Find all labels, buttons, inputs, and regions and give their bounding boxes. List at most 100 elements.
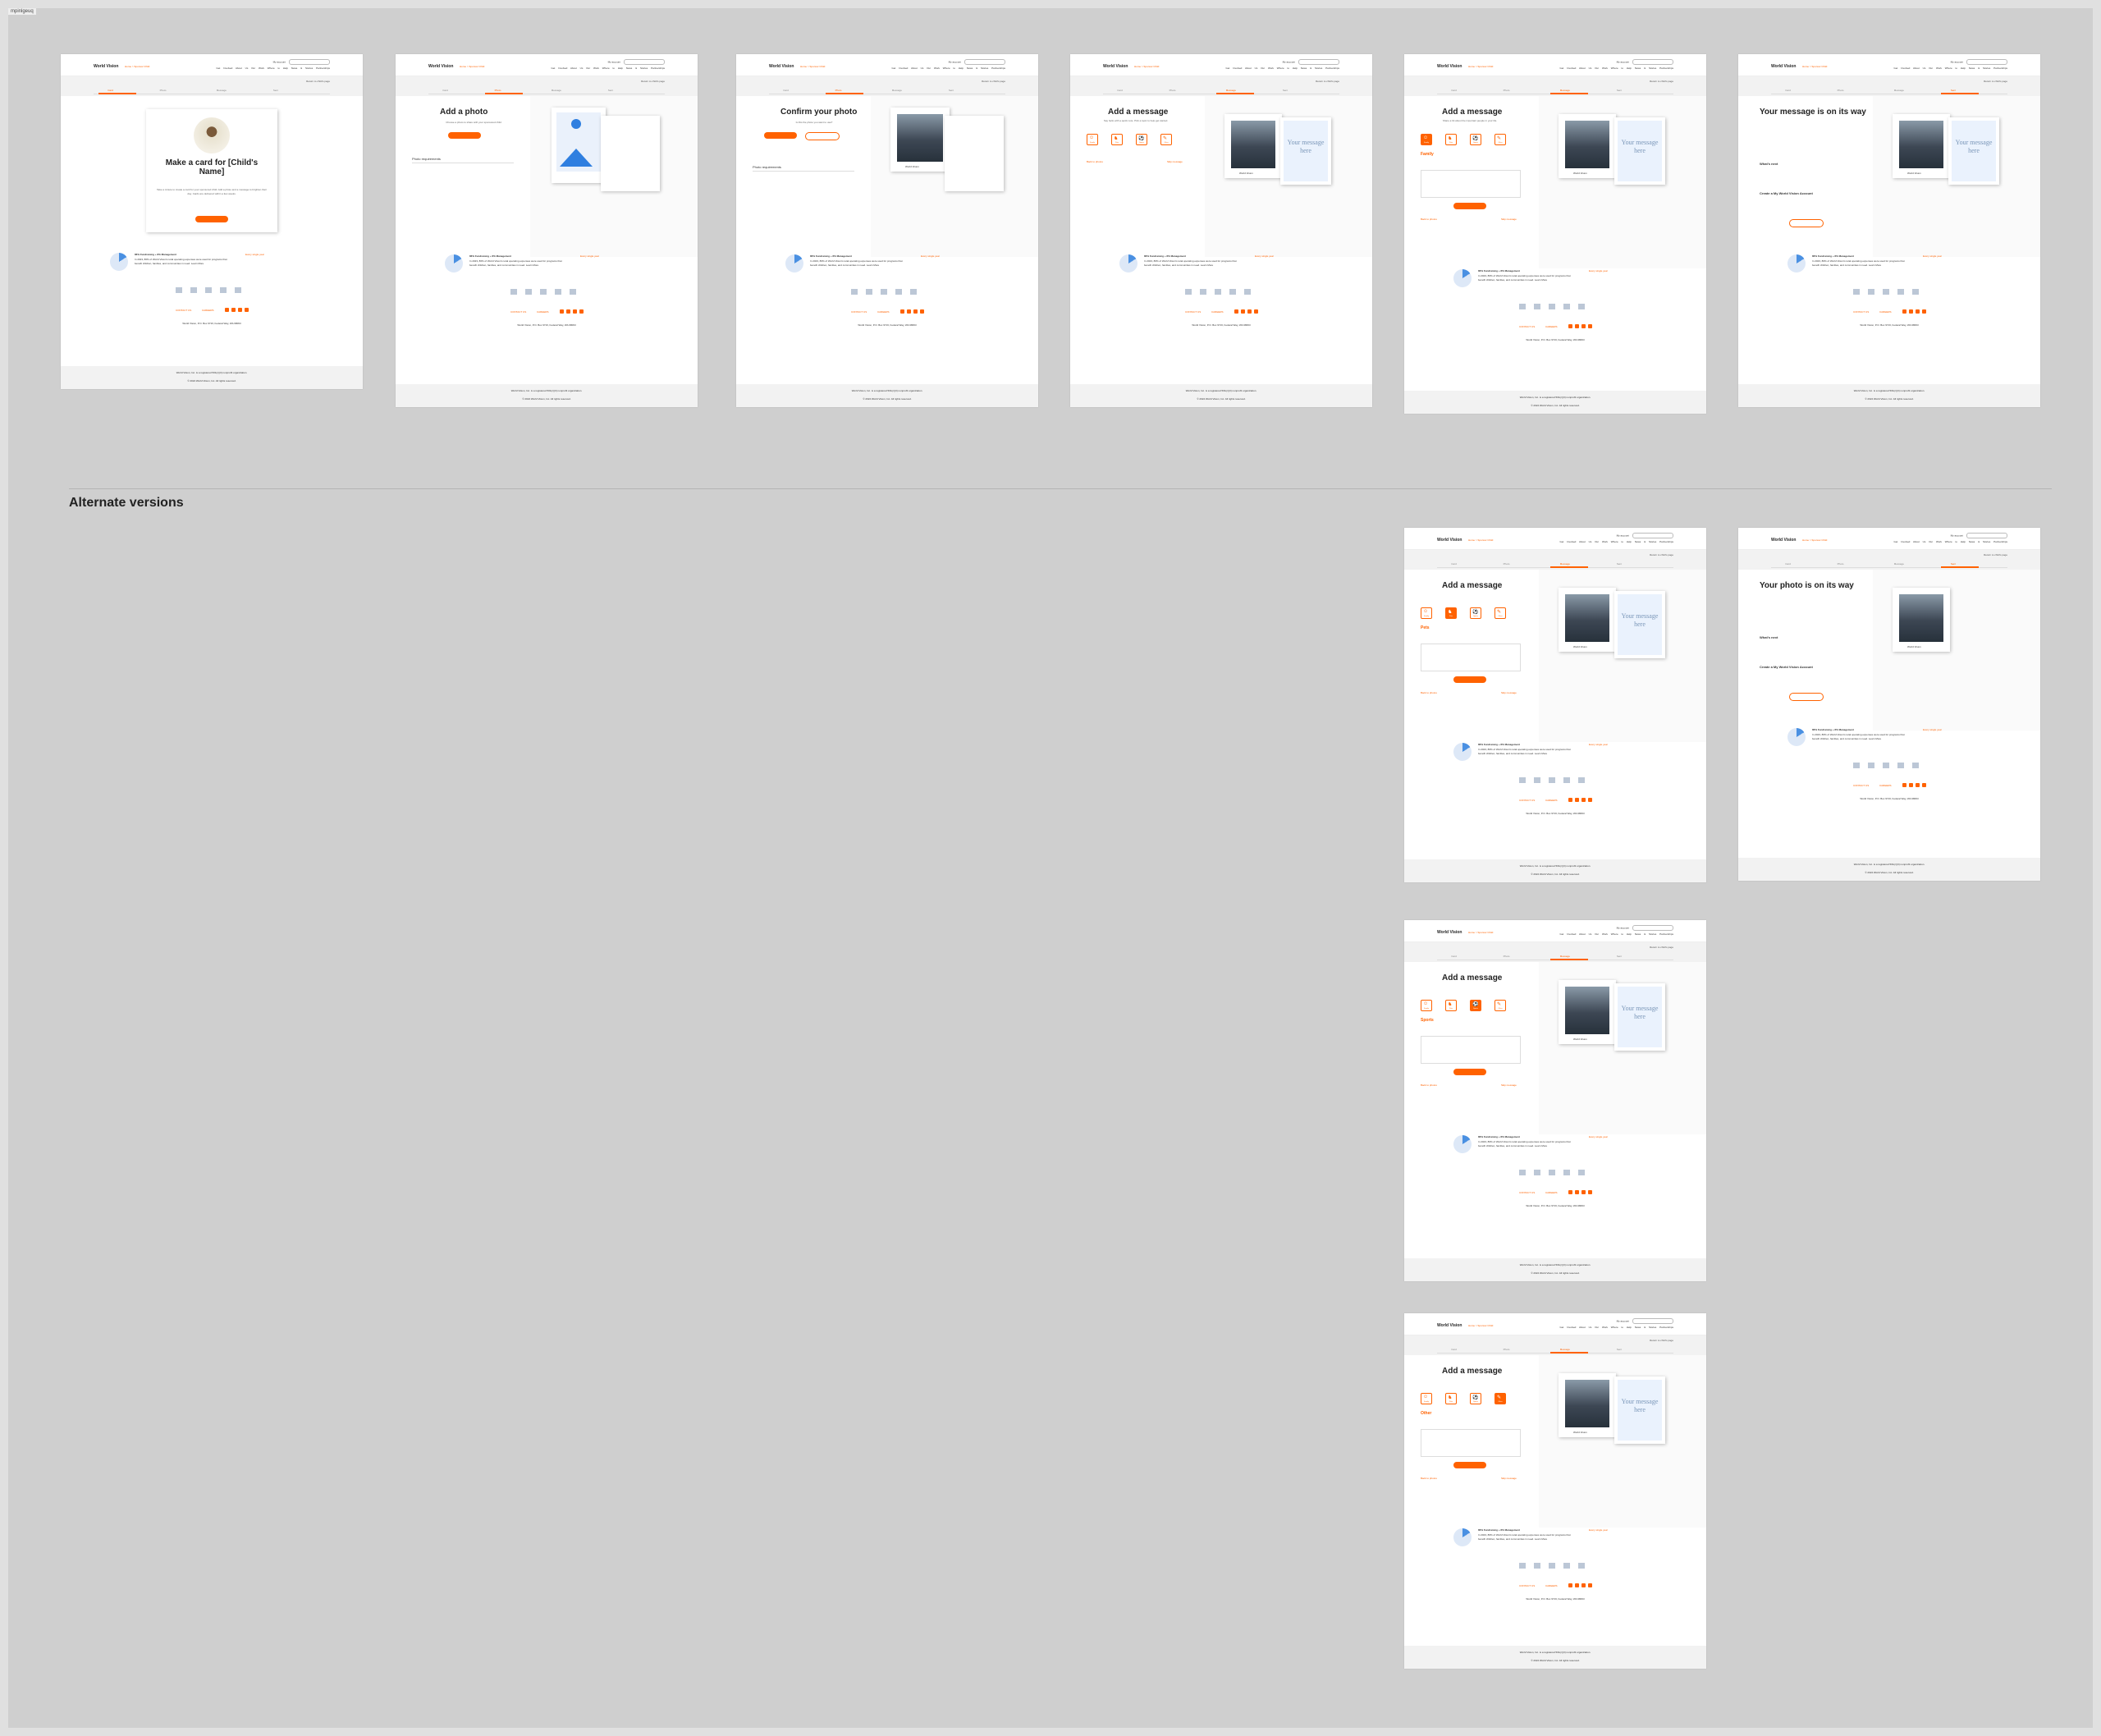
topic-other-button[interactable]: ✎ Other	[1495, 134, 1506, 145]
search-input[interactable]	[1966, 59, 2007, 65]
footer-link[interactable]: Every single year	[1589, 743, 1612, 746]
social-icon[interactable]	[1922, 309, 1926, 314]
account-link[interactable]: My account	[1951, 534, 1963, 537]
careers-link[interactable]: CAREERS	[1545, 799, 1558, 802]
topic-family-button[interactable]: ☺ Family	[1421, 1393, 1432, 1404]
skip-link[interactable]: Skip message	[1501, 1477, 1517, 1480]
social-icon[interactable]	[1922, 783, 1926, 787]
message-input[interactable]	[1421, 170, 1521, 198]
start-button[interactable]	[195, 216, 228, 222]
return-link[interactable]: Return to child's page	[641, 80, 665, 83]
breadcrumb[interactable]: Home > Sponsor Child	[1468, 538, 1493, 542]
social-icon[interactable]	[1902, 783, 1906, 787]
social-icon[interactable]	[1568, 324, 1572, 328]
careers-link[interactable]: CAREERS	[1879, 784, 1892, 787]
social-icon[interactable]	[1581, 324, 1586, 328]
social-icon[interactable]	[566, 309, 570, 314]
topic-other-button[interactable]: ✎ Other	[1495, 1393, 1506, 1404]
footer-link[interactable]: Every single year	[1589, 1135, 1612, 1138]
topic-sports-button[interactable]: ⚽ Sports	[1470, 607, 1481, 619]
back-link[interactable]: Back to photos	[1087, 160, 1103, 163]
footer-link[interactable]: Every single year	[1255, 254, 1278, 258]
message-input[interactable]	[1421, 1429, 1521, 1457]
footer-link[interactable]: Every single year	[580, 254, 603, 258]
topic-family-button[interactable]: ☺ Family	[1087, 134, 1098, 145]
main-nav[interactable]: Get Involved About Us Our Work Where to …	[1894, 66, 2008, 70]
back-link[interactable]: Back to photos	[1421, 1477, 1437, 1480]
skip-link[interactable]: Skip message	[1167, 160, 1183, 163]
social-icon[interactable]	[1234, 309, 1238, 314]
footer-link[interactable]: Every single year	[921, 254, 944, 258]
main-nav[interactable]: Get Involved About Us Our Work Where to …	[1560, 66, 1674, 70]
back-link[interactable]: Back to photos	[1421, 218, 1437, 221]
careers-link[interactable]: CAREERS	[1545, 1191, 1558, 1194]
social-icon[interactable]	[920, 309, 924, 314]
search-input[interactable]	[964, 59, 1005, 65]
account-link[interactable]: My account	[1617, 926, 1629, 929]
contact-link[interactable]: CONTACT US	[176, 309, 191, 312]
search-input[interactable]	[1632, 925, 1673, 931]
topic-other-button[interactable]: ✎ Other	[1495, 607, 1506, 619]
careers-link[interactable]: CAREERS	[1545, 1584, 1558, 1587]
topic-pets-button[interactable]: ♞ Pets	[1445, 1000, 1457, 1011]
main-nav[interactable]: Get Involved About Us Our Work Where to …	[892, 66, 1006, 70]
footer-link[interactable]: Every single year	[245, 253, 268, 256]
topic-pets-button[interactable]: ♞ Pets	[1445, 1393, 1457, 1404]
create-account-button[interactable]	[1789, 693, 1824, 701]
social-icon[interactable]	[1581, 1583, 1586, 1587]
breadcrumb[interactable]: Home > Sponsor Child	[125, 65, 149, 68]
footer-link[interactable]: Every single year	[1589, 269, 1612, 273]
careers-link[interactable]: CAREERS	[1545, 325, 1558, 328]
search-input[interactable]	[1298, 59, 1339, 65]
main-nav[interactable]: Get Involved About Us Our Work Where to …	[1560, 540, 1674, 543]
social-icon[interactable]	[245, 308, 249, 312]
topic-sports-button[interactable]: ⚽ Sports	[1470, 1393, 1481, 1404]
social-icon[interactable]	[238, 308, 242, 312]
topic-family-button[interactable]: ☺ Family	[1421, 134, 1432, 145]
topic-other-button[interactable]: ✎ Other	[1160, 134, 1172, 145]
main-nav[interactable]: Get Involved About Us Our Work Where to …	[217, 66, 331, 70]
account-link[interactable]: My account	[1283, 60, 1295, 63]
topic-pets-button[interactable]: ♞ Pets	[1111, 134, 1123, 145]
account-link[interactable]: My account	[1617, 1319, 1629, 1322]
social-icon[interactable]	[1581, 1190, 1586, 1194]
create-account-button[interactable]	[1789, 219, 1824, 227]
change-photo-button[interactable]	[805, 132, 840, 140]
contact-link[interactable]: CONTACT US	[1853, 784, 1869, 787]
upload-button[interactable]	[448, 132, 481, 139]
topic-pets-button[interactable]: ♞ Pets	[1445, 134, 1457, 145]
social-icon[interactable]	[1575, 1190, 1579, 1194]
breadcrumb[interactable]: Home > Sponsor Child	[1802, 538, 1827, 542]
social-icon[interactable]	[1588, 1583, 1592, 1587]
back-link[interactable]: Back to photos	[1421, 691, 1437, 694]
social-icon[interactable]	[913, 309, 918, 314]
main-nav[interactable]: Get Involved About Us Our Work Where to …	[1226, 66, 1340, 70]
footer-link[interactable]: Every single year	[1923, 728, 1946, 731]
topic-sports-button[interactable]: ⚽ Sports	[1470, 134, 1481, 145]
social-icon[interactable]	[1575, 798, 1579, 802]
account-link[interactable]: My account	[1951, 60, 1963, 63]
social-icon[interactable]	[1568, 798, 1572, 802]
message-input[interactable]	[1421, 644, 1521, 671]
contact-link[interactable]: CONTACT US	[1853, 310, 1869, 314]
account-link[interactable]: My account	[1617, 534, 1629, 537]
social-icon[interactable]	[225, 308, 229, 312]
topic-sports-button[interactable]: ⚽ Sports	[1136, 134, 1147, 145]
search-input[interactable]	[1632, 533, 1673, 538]
social-icon[interactable]	[900, 309, 904, 314]
social-icon[interactable]	[907, 309, 911, 314]
back-link[interactable]: Back to photos	[1421, 1083, 1437, 1087]
social-icon[interactable]	[579, 309, 584, 314]
search-input[interactable]	[1966, 533, 2007, 538]
contact-link[interactable]: CONTACT US	[1519, 1584, 1535, 1587]
breadcrumb[interactable]: Home > Sponsor Child	[800, 65, 825, 68]
account-link[interactable]: My account	[273, 60, 286, 63]
careers-link[interactable]: CAREERS	[202, 309, 214, 312]
contact-link[interactable]: CONTACT US	[851, 310, 867, 314]
photo-requirements-toggle[interactable]: Photo requirements	[412, 157, 514, 163]
skip-link[interactable]: Skip message	[1501, 691, 1517, 694]
contact-link[interactable]: CONTACT US	[510, 310, 526, 314]
breadcrumb[interactable]: Home > Sponsor Child	[1802, 65, 1827, 68]
social-icon[interactable]	[1916, 309, 1920, 314]
careers-link[interactable]: CAREERS	[1211, 310, 1224, 314]
